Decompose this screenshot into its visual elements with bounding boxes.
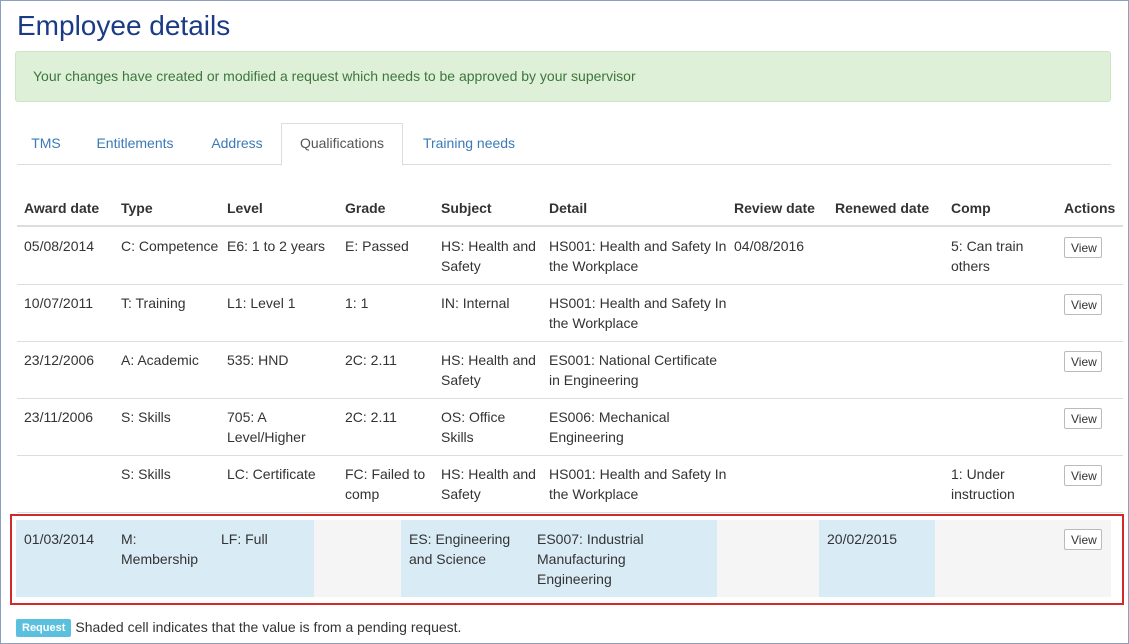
cell-grade: 2C: 2.11 [345, 409, 397, 425]
cell-grade: FC: Failed to comp [345, 466, 426, 502]
header-grade: Grade [345, 200, 386, 216]
cell-level: LC: Certificate [227, 466, 316, 482]
view-button[interactable]: View [1064, 294, 1102, 315]
pending-row-highlight [10, 514, 1124, 605]
cell-detail: ES001: National Certificate in Engineeri… [549, 352, 718, 388]
row-divider [17, 284, 1123, 285]
cell-type: S: Skills [121, 466, 171, 482]
tab-tms[interactable]: TMS [17, 123, 75, 165]
tab-qualifications[interactable]: Qualifications [281, 123, 403, 166]
cell-type: S: Skills [121, 409, 171, 425]
cell-subject: HS: Health and Safety [441, 238, 536, 274]
cell-level: 705: A Level/Higher [227, 409, 306, 445]
row-divider [17, 512, 1123, 513]
cell-type: A: Academic [121, 352, 199, 368]
tab-address[interactable]: Address [195, 123, 279, 165]
cell-review-date: 04/08/2016 [734, 238, 805, 254]
cell-award-date: 23/11/2006 [24, 409, 94, 425]
header-actions: Actions [1064, 200, 1116, 216]
header-level: Level [227, 200, 263, 216]
header-subject: Subject [441, 200, 492, 216]
cell-detail: ES006: Mechanical Engineering [549, 409, 670, 445]
row-divider [17, 398, 1123, 399]
cell-subject: HS: Health and Safety [441, 352, 536, 388]
header-comp: Comp [951, 200, 991, 216]
cell-type: C: Competence [121, 238, 219, 254]
request-badge: Request [16, 619, 72, 637]
header-detail: Detail [549, 200, 588, 216]
page-title: Employee details [17, 10, 231, 41]
cell-award-date: 23/12/2006 [24, 352, 95, 368]
cell-type: T: Training [121, 295, 186, 311]
tab-training-needs[interactable]: Training needs [407, 123, 531, 165]
cell-subject: HS: Health and Safety [441, 466, 536, 502]
header-type: Type [121, 200, 153, 216]
cell-award-date: 05/08/2014 [24, 238, 95, 254]
cell-detail: HS001: Health and Safety In the Workplac… [549, 466, 727, 502]
cell-level: 535: HND [227, 352, 289, 368]
cell-subject: IN: Internal [441, 295, 510, 311]
alert-text: Your changes have created or modified a … [33, 68, 636, 84]
header-review-date: Review date [734, 200, 815, 216]
window-frame: Employee details Your changes have creat… [0, 0, 1129, 644]
tab-bar: TMS Entitlements Address Qualifications … [17, 123, 1111, 166]
cell-award-date: 10/07/2011 [24, 295, 94, 311]
cell-comp: 1: Under instruction [951, 466, 1015, 502]
cell-level: E6: 1 to 2 years [227, 238, 326, 254]
view-button[interactable]: View [1064, 408, 1102, 429]
header-award-date: Award date [24, 200, 100, 216]
legend: Request Shaded cell indicates that the va… [16, 619, 461, 637]
cell-level: L1: Level 1 [227, 295, 296, 311]
cell-comp: 5: Can train others [951, 238, 1024, 274]
view-button[interactable]: View [1064, 237, 1102, 258]
approval-alert: Your changes have created or modified a … [15, 51, 1111, 102]
header-renewed-date: Renewed date [835, 200, 930, 216]
view-button[interactable]: View [1064, 465, 1102, 486]
cell-grade: 2C: 2.11 [345, 352, 397, 368]
row-divider [17, 455, 1123, 456]
cell-grade: E: Passed [345, 238, 409, 254]
row-divider [17, 341, 1123, 342]
cell-grade: 1: 1 [345, 295, 369, 311]
header-divider [17, 225, 1123, 227]
cell-detail: HS001: Health and Safety In the Workplac… [549, 295, 727, 331]
legend-text: Shaded cell indicates that the value is … [75, 619, 462, 635]
view-button[interactable]: View [1064, 351, 1102, 372]
cell-subject: OS: Office Skills [441, 409, 506, 445]
tab-entitlements[interactable]: Entitlements [79, 123, 191, 165]
cell-detail: HS001: Health and Safety In the Workplac… [549, 238, 727, 274]
